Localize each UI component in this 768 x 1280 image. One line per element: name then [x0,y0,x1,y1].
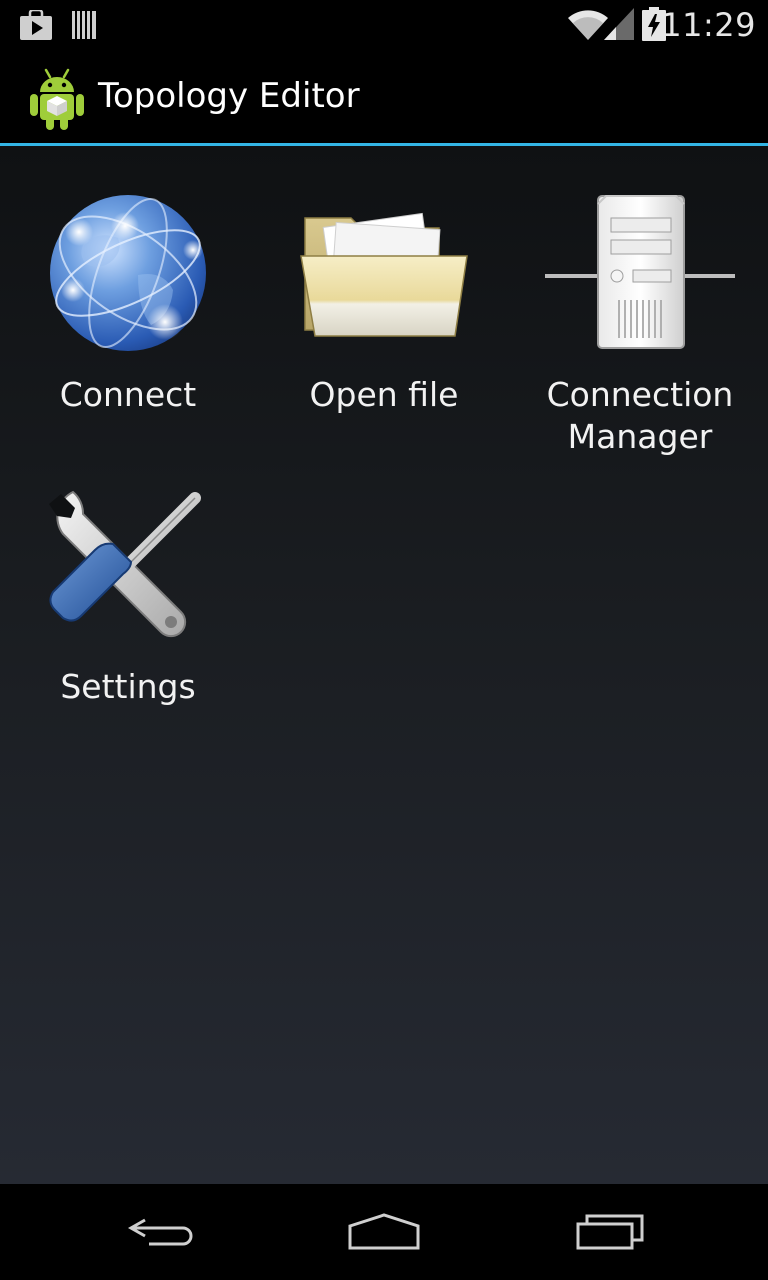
connection-manager-label: Connection Manager [546,375,734,456]
settings-button[interactable]: Settings [0,482,256,708]
app-title: Topology Editor [98,76,360,116]
status-bar: 11:29 [0,0,768,50]
wifi-icon [568,8,608,45]
navigation-bar [0,1184,768,1280]
connection-manager-button[interactable]: Connection Manager [512,190,768,458]
android-app-icon[interactable] [28,66,86,130]
settings-label: Settings [60,667,196,706]
main-content: Connect Open file Connection Manager Set… [0,146,768,1184]
server-icon [512,190,768,360]
open-file-button[interactable]: Open file [256,190,512,416]
back-button[interactable] [32,1184,288,1280]
connect-button[interactable]: Connect [0,190,256,416]
tools-icon [0,482,256,652]
play-store-notification-icon [20,8,52,45]
action-bar: Topology Editor [0,50,768,146]
barcode-notification-icon [72,11,96,44]
open-file-label: Open file [309,375,459,414]
recent-apps-button[interactable] [482,1184,738,1280]
clock: 11:29 [661,6,756,44]
folder-icon [256,190,512,360]
globe-icon [0,190,256,360]
cell-signal-icon [604,8,634,45]
connect-label: Connect [59,375,197,414]
home-button[interactable] [256,1184,512,1280]
